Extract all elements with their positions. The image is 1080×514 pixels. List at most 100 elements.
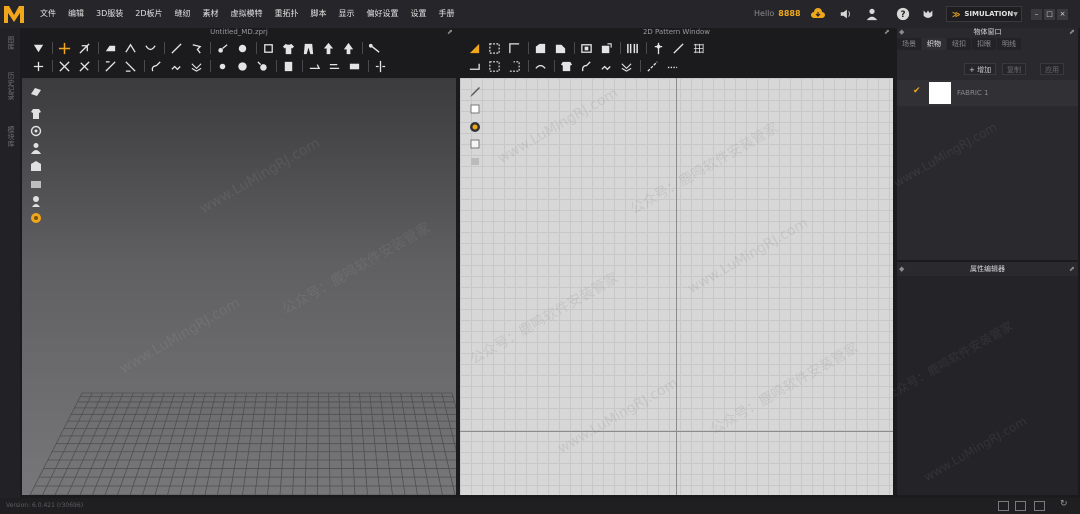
menu-display[interactable]: 显示 — [333, 0, 361, 28]
tab-button[interactable]: 纽扣 — [947, 38, 971, 50]
apply-fabric-button[interactable]: 应用 — [1040, 63, 1064, 75]
polygon-tool-icon[interactable] — [532, 40, 548, 56]
edit-point-icon[interactable] — [486, 40, 502, 56]
menu-materials[interactable]: 素材 — [197, 0, 225, 28]
multi-sewing-icon[interactable] — [506, 58, 522, 74]
texture-tool-icon[interactable] — [346, 58, 362, 74]
panel-undock-icon[interactable]: ⬈ — [1069, 265, 1077, 273]
grain-line-icon[interactable] — [670, 40, 686, 56]
topstitch-icon[interactable] — [254, 58, 270, 74]
tab-scene[interactable]: 场景 — [897, 38, 921, 50]
help-icon[interactable]: ? — [895, 6, 911, 22]
pin-tool-icon[interactable] — [188, 40, 204, 56]
tab-buttonhole[interactable]: 扣眼 — [972, 38, 996, 50]
layout-split-icon[interactable] — [1015, 501, 1026, 511]
tree-icon[interactable] — [340, 40, 356, 56]
topstitch-line-icon[interactable] — [664, 58, 680, 74]
menu-script[interactable]: 脚本 — [305, 0, 333, 28]
cut-sewing-icon[interactable] — [76, 58, 92, 74]
zipper-edit-icon[interactable] — [188, 58, 204, 74]
copy-fabric-button[interactable]: 复制 — [1002, 63, 1026, 75]
grading-grid-icon[interactable] — [690, 40, 706, 56]
layout-single-icon[interactable] — [998, 501, 1009, 511]
check-sewing-icon[interactable] — [532, 58, 548, 74]
arrow-up-icon[interactable] — [320, 40, 336, 56]
maximize-button[interactable]: □ — [1044, 9, 1055, 20]
sun-light-2d-icon[interactable] — [468, 120, 481, 133]
tape-measure-icon[interactable] — [366, 40, 382, 56]
elastic-tool-icon[interactable] — [618, 58, 634, 74]
sewing-segment-icon[interactable] — [466, 58, 482, 74]
menu-3d-garment[interactable]: 3D服装 — [90, 0, 129, 28]
panel-undock-icon[interactable]: ⬈ — [884, 28, 892, 36]
tape-tool-icon[interactable] — [280, 58, 296, 74]
layer-display-icon[interactable] — [468, 154, 481, 167]
sidebar-tab-modules[interactable]: 模块库 — [4, 126, 16, 147]
zipper-tool-icon[interactable] — [168, 58, 184, 74]
pattern-window-2d[interactable]: www.LuMingRJ.com 公众号：鹿鸣软件安装管家 www.LuMing… — [460, 78, 893, 495]
button-tool-icon[interactable] — [214, 58, 230, 74]
tab-fabric[interactable]: 织物 — [922, 38, 946, 50]
menu-file[interactable]: 文件 — [34, 0, 62, 28]
tab-topstitch[interactable]: 明线 — [997, 38, 1021, 50]
layout-quad-icon[interactable] — [1034, 501, 1045, 511]
buttonhole-icon[interactable] — [234, 58, 250, 74]
minimize-button[interactable]: – — [1031, 9, 1042, 20]
fold-unfold-icon[interactable] — [142, 40, 158, 56]
panel-undock-icon[interactable]: ⬈ — [447, 28, 455, 36]
menu-sewing[interactable]: 缝纫 — [169, 0, 197, 28]
pencil-icon[interactable] — [468, 85, 481, 98]
viewport-3d[interactable]: www.LuMingRJ.com 公众号：鹿鸣软件安装管家 www.LuMing… — [22, 78, 456, 495]
free-sewing-icon[interactable] — [486, 58, 502, 74]
garment-pants-icon[interactable] — [300, 40, 316, 56]
menu-2d-pattern[interactable]: 2D板片 — [129, 0, 168, 28]
edit-curvature-icon[interactable] — [506, 40, 522, 56]
user-name[interactable]: 8888 — [778, 9, 800, 18]
menu-manual[interactable]: 手册 — [433, 0, 461, 28]
move-tool-icon[interactable] — [56, 40, 72, 56]
line-measure-icon[interactable] — [168, 40, 184, 56]
graphic-transform-icon[interactable] — [326, 58, 342, 74]
simulation-mode-dropdown[interactable]: ≫ SIMULATION ▼ — [946, 6, 1022, 22]
close-button[interactable]: × — [1057, 9, 1068, 20]
community-icon[interactable] — [920, 6, 936, 22]
stretch-tool-icon[interactable] — [30, 58, 46, 74]
menu-preferences[interactable]: 偏好设置 — [361, 0, 405, 28]
fold-tool-icon[interactable] — [122, 40, 138, 56]
zipper-2d-icon[interactable] — [598, 58, 614, 74]
user-icon[interactable] — [864, 6, 880, 22]
menu-settings[interactable]: 设置 — [405, 0, 433, 28]
avatar-pose-icon[interactable] — [578, 58, 594, 74]
sidebar-tab-history[interactable]: 历史记录 — [4, 72, 16, 100]
panel-undock-icon[interactable]: ⬈ — [1069, 28, 1077, 36]
add-fabric-button[interactable]: + 增加 — [964, 63, 997, 75]
seam-tape-icon[interactable] — [644, 58, 660, 74]
list-item[interactable]: ✔ FABRIC 1 — [897, 80, 1078, 106]
speaker-icon[interactable] — [838, 6, 854, 22]
fold-arrange-icon[interactable] — [102, 40, 118, 56]
menu-retopology[interactable]: 重拓扑 — [269, 0, 305, 28]
fabric-swatch-icon[interactable] — [468, 102, 481, 115]
refresh-icon[interactable]: ↻ — [1060, 499, 1068, 509]
tack-list-icon[interactable] — [234, 40, 250, 56]
select-mesh-icon[interactable] — [76, 40, 92, 56]
menu-edit[interactable]: 编辑 — [62, 0, 90, 28]
simulation-tool-icon[interactable] — [30, 40, 46, 56]
pattern-display-icon[interactable] — [468, 137, 481, 150]
transform-pattern-icon[interactable] — [466, 40, 482, 56]
garment-shirt-icon[interactable] — [280, 40, 296, 56]
style-line-icon[interactable] — [260, 40, 276, 56]
tack-tool-icon[interactable] — [214, 40, 230, 56]
rectangle-tool-icon[interactable] — [552, 40, 568, 56]
cut-tool-icon[interactable] — [56, 58, 72, 74]
pin-2d-icon[interactable] — [650, 40, 666, 56]
app-logo[interactable] — [0, 0, 28, 28]
trace-tool-icon[interactable] — [598, 40, 614, 56]
flatten-sewing-icon[interactable] — [122, 58, 138, 74]
avatar-hand-icon[interactable] — [148, 58, 164, 74]
cloud-icon[interactable] — [810, 6, 826, 22]
symmetry-tool-icon[interactable] — [372, 58, 388, 74]
flatten-tool-icon[interactable] — [102, 58, 118, 74]
internal-polygon-icon[interactable] — [578, 40, 594, 56]
fold-pattern-icon[interactable] — [624, 40, 640, 56]
